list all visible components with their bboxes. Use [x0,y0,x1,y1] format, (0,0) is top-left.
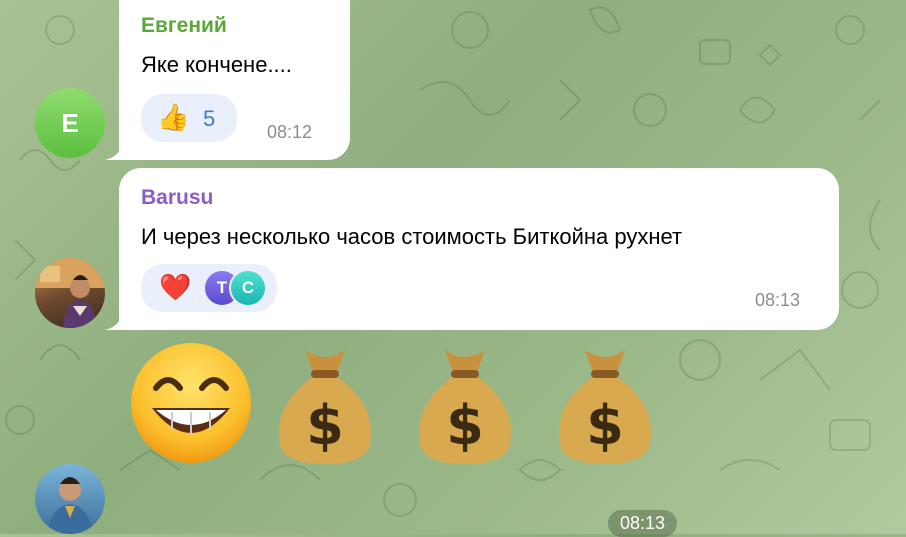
message-bubble-1[interactable]: Евгений Яке кончене.... 👍 5 08:12 [119,0,350,160]
emoji-sticker-message[interactable]: $ $ $ [120,330,680,470]
reaction-thumbs-up[interactable]: 👍 5 [141,94,237,142]
reactor-initial: С [241,278,255,297]
avatar-evgeniy[interactable]: Е [35,88,105,158]
svg-text:$: $ [586,394,624,457]
reaction-heart[interactable]: ❤️ Т С [141,264,277,312]
money-bag-icon: $ [559,350,651,464]
message-text: Яке кончене.... [141,52,292,77]
reactor-avatar-c: С [229,269,267,307]
reactor-initial: Т [216,278,228,297]
message-bubble-2[interactable]: Barusu И через несколько часов стоимость… [119,168,839,330]
money-bag-icon: $ [279,350,371,464]
sender-name[interactable]: Евгений [141,14,227,38]
money-bag-icon: $ [419,350,511,464]
avatar-letter: Е [61,107,79,138]
heart-icon: ❤️ [159,272,192,302]
svg-text:$: $ [306,394,344,457]
message-time: 08:12 [267,122,313,142]
svg-text:$: $ [446,394,484,457]
message-time: 08:13 [608,510,678,537]
avatar-barusu[interactable] [35,258,105,328]
avatar-user-3[interactable] [35,464,105,534]
user-photo-icon [35,258,105,328]
message-time: 08:13 [755,290,801,310]
message-text: И через несколько часов стоимость Биткой… [141,224,683,249]
grinning-face-icon [131,343,251,463]
user-photo-icon [47,477,93,534]
thumbs-up-icon: 👍 [157,102,190,132]
sender-name[interactable]: Barusu [141,186,213,210]
reaction-count: 5 [203,106,216,131]
